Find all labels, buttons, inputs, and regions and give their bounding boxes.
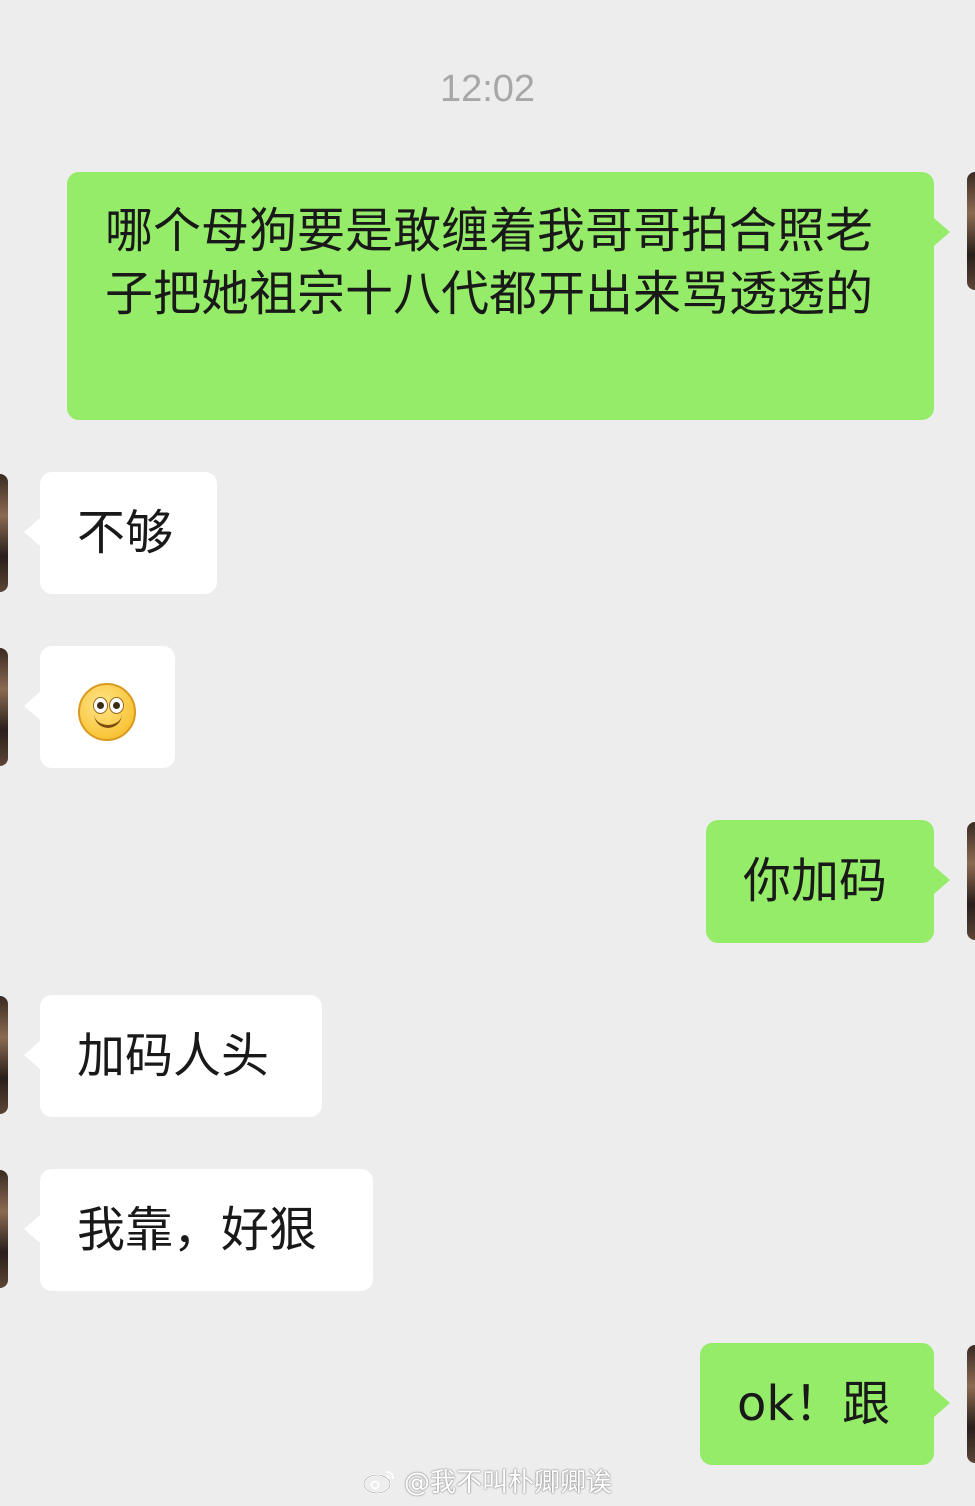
message-text: 不够 xyxy=(77,505,174,561)
message-text: 你加码 xyxy=(743,853,888,909)
incoming-message[interactable] xyxy=(24,646,175,768)
outgoing-message[interactable]: ok！跟 xyxy=(700,1343,950,1465)
message-text: ok！跟 xyxy=(737,1376,891,1432)
weibo-icon xyxy=(362,1467,398,1495)
contact-avatar[interactable] xyxy=(0,1170,8,1288)
incoming-message[interactable]: 不够 xyxy=(24,472,217,594)
self-avatar[interactable] xyxy=(967,822,975,940)
message-timestamp: 12:02 xyxy=(439,68,536,110)
message-text: 我靠，好狠 xyxy=(77,1202,318,1258)
self-avatar[interactable] xyxy=(967,1345,975,1463)
weibo-watermark: @我不叫朴卿卿诶 xyxy=(362,1462,612,1499)
outgoing-message[interactable]: 你加码 xyxy=(706,820,950,943)
contact-avatar[interactable] xyxy=(0,996,8,1114)
contact-avatar[interactable] xyxy=(0,474,8,592)
message-text: 加码人头 xyxy=(77,1028,270,1084)
incoming-message[interactable]: 加码人头 xyxy=(24,995,322,1117)
self-avatar[interactable] xyxy=(967,172,975,290)
incoming-message[interactable]: 我靠，好狠 xyxy=(24,1169,373,1291)
watermark-text: @我不叫朴卿卿诶 xyxy=(404,1468,613,1498)
contact-avatar[interactable] xyxy=(0,648,8,766)
message-text: 哪个母狗要是敢缠着我哥哥拍合照老子把她祖宗十八代都开出来骂透透的 xyxy=(105,203,874,322)
outgoing-message[interactable]: 哪个母狗要是敢缠着我哥哥拍合照老子把她祖宗十八代都开出来骂透透的 xyxy=(67,172,950,420)
chat-window[interactable]: 12:02 哪个母狗要是敢缠着我哥哥拍合照老子把她祖宗十八代都开出来骂透透的 不… xyxy=(0,0,975,1506)
smile-emoji-icon xyxy=(78,683,136,741)
